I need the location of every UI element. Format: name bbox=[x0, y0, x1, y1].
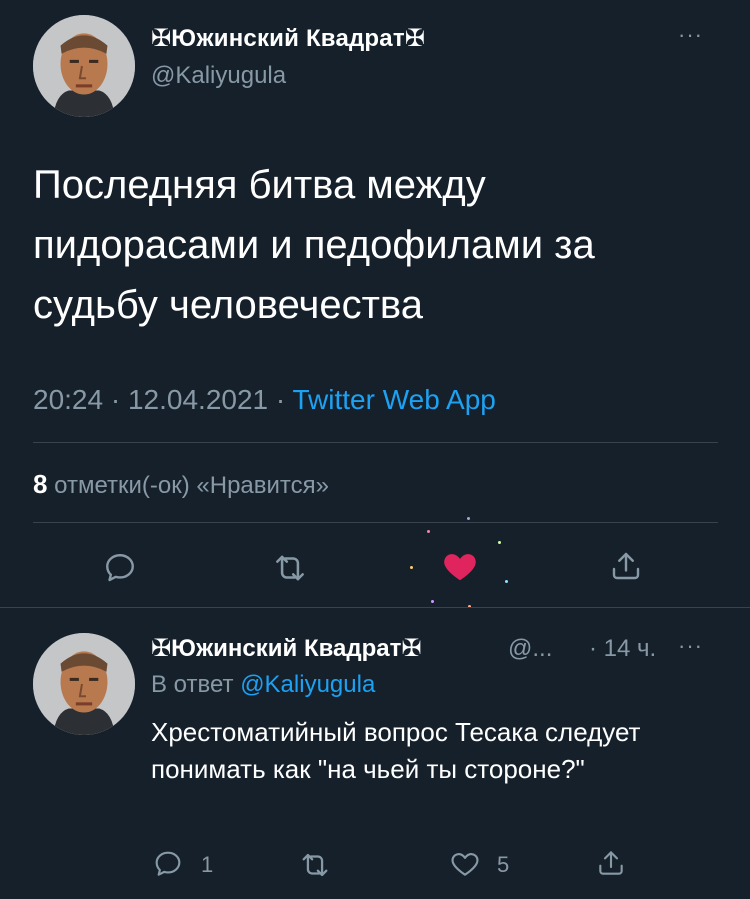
likes-count: 8 bbox=[33, 469, 48, 499]
reply-to-handle[interactable]: @Kaliyugula bbox=[240, 671, 375, 698]
tweet-time[interactable]: 20:24 bbox=[33, 384, 103, 415]
like-particle bbox=[410, 566, 413, 569]
author-name[interactable]: ✠Южинский Квадрат✠ bbox=[151, 24, 425, 53]
reply-author-handle[interactable]: @... bbox=[508, 635, 552, 663]
more-icon[interactable]: ··· bbox=[678, 633, 703, 659]
share-icon[interactable] bbox=[592, 844, 630, 882]
reply-timestamp[interactable]: · 14 ч. bbox=[589, 635, 656, 663]
heart-icon[interactable] bbox=[447, 846, 483, 882]
reply-icon[interactable] bbox=[150, 846, 186, 882]
tweet-date[interactable]: 12.04.2021 bbox=[128, 384, 268, 415]
likes-summary[interactable]: 8 отметки(-ок) «Нравится» bbox=[33, 469, 329, 500]
avatar-image bbox=[33, 633, 135, 735]
like-particle bbox=[427, 530, 430, 533]
meta-separator: · bbox=[110, 384, 121, 415]
tweet-source[interactable]: Twitter Web App bbox=[293, 384, 496, 415]
more-icon[interactable]: ··· bbox=[678, 22, 703, 48]
heart-icon[interactable] bbox=[436, 542, 484, 590]
like-particle bbox=[467, 517, 470, 520]
share-icon[interactable] bbox=[604, 544, 648, 588]
like-count: 5 bbox=[497, 852, 510, 877]
like-particle bbox=[505, 580, 508, 583]
author-handle[interactable]: @Kaliyugula bbox=[151, 62, 286, 90]
meta-separator: · bbox=[275, 384, 286, 415]
likes-label: отметки(-ок) «Нравится» bbox=[54, 472, 329, 499]
reply-author-name[interactable]: ✠Южинский Квадрат✠ bbox=[151, 634, 422, 663]
reply-text: Хрестоматийный вопрос Тесака следует пон… bbox=[151, 717, 641, 784]
avatar-image bbox=[33, 15, 135, 117]
reply-to-line: В ответ @Kaliyugula bbox=[151, 671, 375, 699]
divider bbox=[33, 442, 718, 443]
retweet-icon[interactable] bbox=[296, 846, 334, 884]
tweet-text: Последняя битва между пидорасами и педоф… bbox=[33, 163, 595, 327]
reply-count: 1 bbox=[201, 852, 214, 877]
reply-prefix: В ответ bbox=[151, 671, 234, 698]
tweet-meta: 20:24 · 12.04.2021 · Twitter Web App bbox=[33, 384, 496, 416]
like-particle bbox=[431, 600, 434, 603]
author-avatar[interactable] bbox=[33, 15, 135, 117]
divider bbox=[0, 607, 750, 608]
like-particle bbox=[498, 541, 501, 544]
retweet-icon[interactable] bbox=[268, 546, 312, 590]
divider bbox=[33, 522, 718, 523]
reply-author-avatar[interactable] bbox=[33, 633, 135, 735]
reply-icon[interactable] bbox=[98, 546, 142, 590]
